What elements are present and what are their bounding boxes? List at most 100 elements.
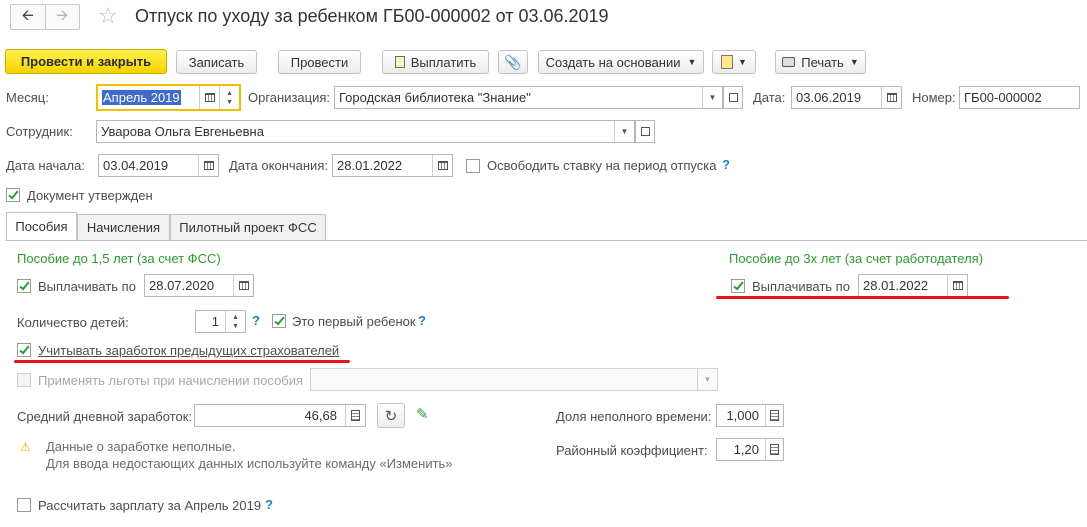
prev-insurers-label[interactable]: Учитывать заработок предыдущих страховат… — [38, 343, 339, 358]
print-button[interactable]: Печать ▼ — [775, 50, 866, 74]
calendar-button[interactable] — [233, 275, 253, 296]
pay-until-right-field[interactable]: 28.01.2022 — [858, 274, 968, 297]
start-date-field[interactable]: 03.04.2019 — [98, 154, 219, 177]
part-time-value: 1,000 — [726, 408, 759, 423]
calendar-button[interactable] — [198, 155, 218, 176]
approved-checkbox[interactable] — [6, 188, 20, 202]
start-date-label: Дата начала: — [6, 158, 85, 173]
calendar-icon — [204, 93, 215, 102]
warning-icon: ⚠ — [20, 440, 31, 454]
calc-salary-label: Рассчитать зарплату за Апрель 2019 — [38, 498, 262, 513]
part-time-field[interactable]: 1,000 — [716, 404, 784, 427]
pay-until-label: Выплачивать по — [38, 279, 136, 294]
calendar-button[interactable] — [947, 275, 967, 296]
open-link-icon — [640, 127, 650, 136]
calendar-button[interactable] — [199, 86, 219, 109]
children-spinner[interactable]: ▲ ▼ — [225, 311, 245, 332]
number-label: Номер: — [912, 90, 956, 105]
organization-dropdown[interactable]: ▼ — [702, 87, 722, 108]
chevron-down-icon: ▼ — [849, 57, 859, 67]
history-nav: 🡨 🡪 — [10, 4, 80, 30]
month-field[interactable]: Апрель 2019 ▲ ▼ — [96, 84, 241, 111]
employee-open-button[interactable] — [635, 120, 655, 143]
back-button[interactable]: 🡨 — [11, 5, 45, 29]
create-based-on-button[interactable]: Создать на основании ▼ — [538, 50, 704, 74]
checkmark-icon — [18, 343, 30, 354]
pay-until-right-checkbox[interactable] — [731, 279, 745, 293]
pay-button[interactable]: Выплатить — [382, 50, 489, 74]
number-field[interactable]: ГБ00-000002 — [959, 86, 1080, 109]
chevron-down-icon: ▼ — [703, 375, 712, 384]
forward-button[interactable]: 🡪 — [44, 5, 80, 29]
date-value: 03.06.2019 — [796, 90, 862, 105]
calculator-button[interactable] — [345, 405, 365, 426]
release-rate-checkbox[interactable] — [466, 159, 480, 173]
write-button[interactable]: Записать — [176, 50, 257, 74]
part-time-label: Доля неполного времени: — [556, 409, 712, 424]
checkmark-icon — [7, 188, 19, 199]
employee-field[interactable]: Уварова Ольга Евгеньевна ▼ — [96, 120, 635, 143]
help-icon[interactable]: ? — [418, 313, 426, 328]
pay-until-right-label: Выплачивать по — [752, 279, 850, 294]
edit-pencil-icon[interactable]: ✎ — [416, 405, 429, 423]
avg-earning-label: Средний дневной заработок: — [17, 409, 193, 424]
reports-dropdown-button[interactable]: ▼ — [712, 50, 756, 74]
apply-benefits-checkbox[interactable] — [17, 373, 31, 387]
pay-until-field[interactable]: 28.07.2020 — [144, 274, 254, 297]
start-date-value: 03.04.2019 — [103, 158, 169, 173]
organization-field[interactable]: Городская библиотека "Знание" ▼ — [334, 86, 723, 109]
month-label: Месяц: — [6, 90, 49, 105]
help-icon[interactable]: ? — [265, 497, 273, 512]
avg-earning-value: 46,68 — [304, 408, 337, 423]
chevron-down-icon: ▼ — [738, 57, 747, 67]
spin-up-icon: ▲ — [232, 313, 239, 321]
tab-fss-pilot[interactable]: Пилотный проект ФСС — [170, 214, 326, 240]
post-button[interactable]: Провести — [278, 50, 361, 74]
annotation-underline — [716, 296, 1009, 299]
date-label: Дата: — [753, 90, 786, 105]
month-spinner[interactable]: ▲ ▼ — [219, 86, 239, 109]
number-value: ГБ00-000002 — [964, 90, 1042, 105]
avg-earning-field[interactable]: 46,68 — [194, 404, 366, 427]
calculator-button[interactable] — [765, 439, 783, 460]
pay-until-value: 28.07.2020 — [149, 278, 215, 293]
document-icon — [394, 56, 405, 68]
apply-benefits-label: Применять льготы при начислении пособия — [38, 373, 304, 388]
paperclip-icon: 📎 — [504, 53, 522, 70]
attach-button[interactable]: 📎 — [498, 50, 528, 74]
open-link-icon — [728, 93, 738, 102]
prev-insurers-checkbox[interactable] — [17, 343, 31, 357]
organization-label: Организация: — [248, 90, 331, 105]
employee-dropdown[interactable]: ▼ — [614, 121, 634, 142]
warning-line-1: Данные о заработке неполные. — [46, 439, 236, 454]
warning-line-2: Для ввода недостающих данных используйте… — [46, 456, 453, 471]
benefits-select[interactable]: ▼ — [310, 368, 718, 391]
district-coef-field[interactable]: 1,20 — [716, 438, 784, 461]
pay-until-checkbox[interactable] — [17, 279, 31, 293]
employee-label: Сотрудник: — [6, 124, 73, 139]
calendar-icon — [238, 281, 249, 290]
tab-benefits[interactable]: Пособия — [6, 212, 77, 240]
calculator-icon — [770, 410, 779, 421]
page-title: Отпуск по уходу за ребенком ГБ00-000002 … — [135, 6, 609, 26]
district-coef-label: Районный коэффициент: — [556, 443, 708, 458]
annotation-underline — [14, 360, 350, 363]
calc-salary-checkbox[interactable] — [17, 498, 31, 512]
star-icon[interactable]: ☆ — [98, 3, 118, 29]
calendar-button[interactable] — [432, 155, 452, 176]
children-count-field[interactable]: 1 ▲ ▼ — [195, 310, 246, 333]
first-child-checkbox[interactable] — [272, 314, 286, 328]
help-icon[interactable]: ? — [722, 157, 730, 172]
calculator-button[interactable] — [765, 405, 783, 426]
end-date-label: Дата окончания: — [229, 158, 328, 173]
children-count-value: 1 — [211, 314, 219, 329]
tab-accruals[interactable]: Начисления — [77, 214, 170, 240]
refresh-button[interactable]: ↻ — [377, 403, 405, 428]
date-field[interactable]: 03.06.2019 — [791, 86, 902, 109]
end-date-field[interactable]: 28.01.2022 — [332, 154, 453, 177]
help-icon[interactable]: ? — [252, 313, 260, 328]
benefits-dropdown[interactable]: ▼ — [697, 369, 717, 390]
post-and-close-button[interactable]: Провести и закрыть — [5, 49, 167, 74]
organization-open-button[interactable] — [723, 86, 743, 109]
calendar-button[interactable] — [881, 87, 901, 108]
